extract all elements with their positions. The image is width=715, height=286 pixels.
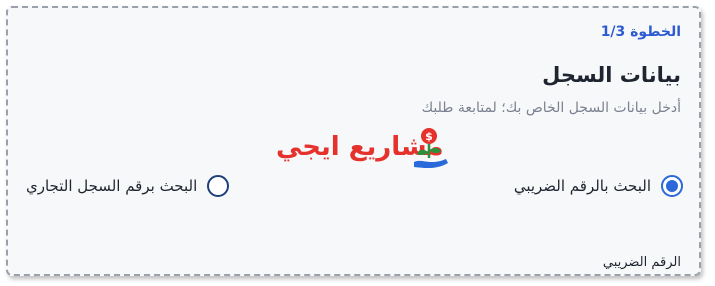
- page-subtitle: أدخل بيانات السجل الخاص بك؛ لمتابعة طلبك: [421, 100, 681, 116]
- step-indicator: الخطوة 1/3: [600, 24, 681, 40]
- watermark-logo: مشاريع ايجي $: [276, 126, 456, 174]
- registration-form-card: الخطوة 1/3 بيانات السجل أدخل بيانات السج…: [6, 6, 701, 276]
- tax-number-radio[interactable]: [661, 175, 683, 197]
- commercial-register-radio-label: البحث برقم السجل التجاري: [26, 177, 198, 195]
- page-title: بيانات السجل: [542, 63, 681, 87]
- plant-coin-hand-icon: $: [414, 128, 448, 169]
- commercial-register-radio[interactable]: [207, 175, 230, 197]
- svg-text:$: $: [425, 130, 433, 143]
- tax-number-field-label: الرقم الضريبي: [602, 255, 681, 270]
- search-by-tax-number-option[interactable]: البحث بالرقم الضريبي: [514, 175, 683, 197]
- search-by-commercial-register-option[interactable]: البحث برقم السجل التجاري: [26, 175, 230, 197]
- tax-number-radio-label: البحث بالرقم الضريبي: [513, 177, 651, 195]
